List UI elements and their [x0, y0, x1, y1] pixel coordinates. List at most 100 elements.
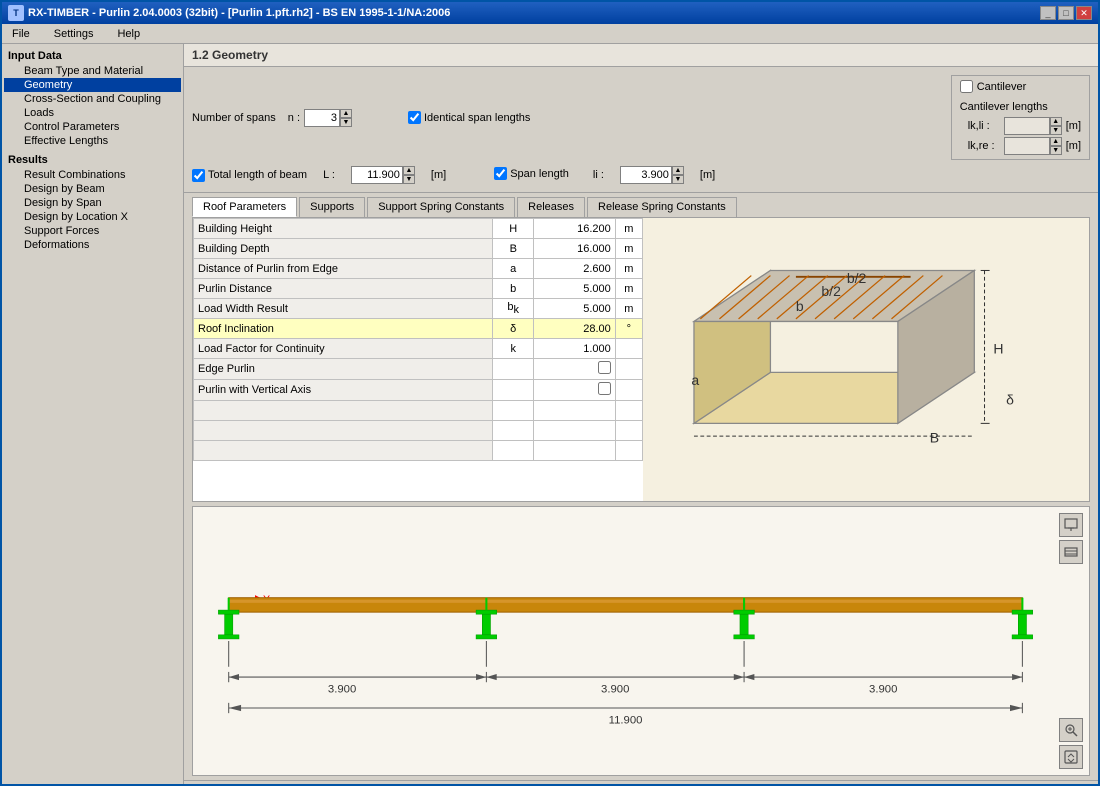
L-spin-up[interactable]: ▲ [403, 166, 415, 175]
sidebar-item-deformations[interactable]: Deformations [4, 238, 181, 252]
li-spinner[interactable]: ▲ ▼ [620, 166, 684, 184]
span-length-checkbox[interactable] [494, 167, 507, 180]
li-input[interactable] [620, 166, 672, 184]
lk-li-spinner[interactable]: ▲ ▼ [1004, 117, 1062, 135]
tab-support-spring[interactable]: Support Spring Constants [367, 197, 515, 217]
li-label: li : [593, 169, 604, 181]
lk-re-spinner[interactable]: ▲ ▼ [1004, 137, 1062, 155]
close-button[interactable]: ✕ [1076, 6, 1092, 20]
svg-text:B: B [930, 429, 939, 445]
li-spin-buttons: ▲ ▼ [672, 166, 684, 184]
lk-re-input[interactable] [1004, 137, 1050, 155]
sidebar-item-design-by-beam[interactable]: Design by Beam [4, 182, 181, 196]
tab-bar: Roof Parameters Supports Support Spring … [192, 197, 1090, 217]
span-length-group: Span length [494, 167, 569, 183]
spans-input[interactable] [304, 109, 340, 127]
sidebar-item-geometry[interactable]: Geometry [4, 78, 181, 92]
right-panel: 1.2 Geometry Number of spans n : ▲ ▼ [184, 44, 1098, 784]
cell-inclination-val[interactable] [534, 319, 616, 339]
cell-inclination-sym: δ [493, 319, 534, 339]
table-row: Roof Inclination δ ° [194, 319, 643, 339]
lk-re-row: lk,re : ▲ ▼ [m] [968, 137, 1081, 155]
table-row: Load Factor for Continuity k [194, 339, 643, 359]
cell-load-factor-label: Load Factor for Continuity [194, 339, 493, 359]
lk-li-spin-buttons: ▲ ▼ [1050, 117, 1062, 135]
lk-re-spin-down[interactable]: ▼ [1050, 146, 1062, 155]
lk-li-spin-down[interactable]: ▼ [1050, 126, 1062, 135]
sidebar-item-support-forces[interactable]: Support Forces [4, 224, 181, 238]
bottom-buttons-bar: ? Calculation Details... Nat. Annex... R… [184, 780, 1098, 784]
purlin-vertical-checkbox[interactable] [598, 382, 611, 395]
sidebar-item-control-params[interactable]: Control Parameters [4, 120, 181, 134]
sidebar-item-result-combinations[interactable]: Result Combinations [4, 168, 181, 182]
cell-purlin-vertical-label: Purlin with Vertical Axis [194, 380, 493, 401]
cell-building-depth-label: Building Depth [194, 239, 493, 259]
edge-purlin-checkbox[interactable] [598, 361, 611, 374]
cantilever-checkbox[interactable] [960, 80, 973, 93]
results-title: Results [4, 152, 181, 168]
minimize-button[interactable]: _ [1040, 6, 1056, 20]
sidebar-item-effective-lengths[interactable]: Effective Lengths [4, 134, 181, 148]
cell-load-width-sym: bk [493, 299, 534, 319]
menu-help[interactable]: Help [111, 27, 146, 41]
tab-supports[interactable]: Supports [299, 197, 365, 217]
cell-purlin-dist-val[interactable] [534, 279, 616, 299]
li-unit: [m] [700, 169, 715, 181]
cell-purlin-edge-val[interactable] [534, 259, 616, 279]
spans-spin-up[interactable]: ▲ [340, 109, 352, 118]
L-input[interactable] [351, 166, 403, 184]
span-length-checkbox-group: Span length [494, 167, 569, 180]
total-length-checkbox[interactable] [192, 169, 205, 182]
spans-spinner[interactable]: ▲ ▼ [304, 109, 352, 127]
beam-svg: X [193, 507, 1089, 775]
cell-purlin-vertical-val[interactable] [534, 380, 616, 401]
svg-text:δ: δ [1006, 391, 1014, 407]
sidebar-item-loads[interactable]: Loads [4, 106, 181, 120]
sidebar-item-cross-section[interactable]: Cross-Section and Coupling [4, 92, 181, 106]
diagram-btn-2[interactable] [1059, 540, 1083, 564]
L-spin-buttons: ▲ ▼ [403, 166, 415, 184]
cantilever-lengths-row: Cantilever lengths [960, 101, 1081, 113]
tab-roof-params[interactable]: Roof Parameters [192, 197, 297, 217]
lk-re-spin-up[interactable]: ▲ [1050, 137, 1062, 146]
spans-spin-buttons: ▲ ▼ [340, 109, 352, 127]
tab-release-spring[interactable]: Release Spring Constants [587, 197, 737, 217]
L-spin-down[interactable]: ▼ [403, 175, 415, 184]
zoom-toolbar [1059, 718, 1083, 769]
cell-building-height-val[interactable] [534, 219, 616, 239]
cell-building-depth-val[interactable] [534, 239, 616, 259]
cell-edge-purlin-unit [615, 359, 642, 380]
spans-group: Number of spans n : ▲ ▼ [192, 109, 352, 127]
total-length-label: Total length of beam [208, 169, 307, 181]
identical-spans-label: Identical span lengths [424, 112, 530, 124]
sidebar-item-design-by-span[interactable]: Design by Span [4, 196, 181, 210]
L-spinner[interactable]: ▲ ▼ [351, 166, 415, 184]
identical-spans-checkbox[interactable] [408, 111, 421, 124]
app-icon: T [8, 5, 24, 21]
cell-edge-purlin-val[interactable] [534, 359, 616, 380]
cell-load-factor-val[interactable] [534, 339, 616, 359]
menu-settings[interactable]: Settings [48, 27, 100, 41]
cantilever-box: Cantilever Cantilever lengths lk,li : [951, 75, 1090, 160]
zoom-fit-button[interactable] [1059, 718, 1083, 742]
n-label: n : [288, 112, 300, 124]
cell-load-width-val[interactable] [534, 299, 616, 319]
sidebar-item-design-by-location[interactable]: Design by Location X [4, 210, 181, 224]
maximize-button[interactable]: □ [1058, 6, 1074, 20]
lk-li-input[interactable] [1004, 117, 1050, 135]
sidebar-item-beam-type[interactable]: Beam Type and Material [4, 64, 181, 78]
L-unit: [m] [431, 169, 446, 181]
li-spin-down[interactable]: ▼ [672, 175, 684, 184]
svg-text:b: b [796, 298, 804, 314]
cell-load-width-unit: m [615, 299, 642, 319]
lk-li-spin-up[interactable]: ▲ [1050, 117, 1062, 126]
menu-file[interactable]: File [6, 27, 36, 41]
li-spin-up[interactable]: ▲ [672, 166, 684, 175]
tab-releases[interactable]: Releases [517, 197, 585, 217]
svg-text:b/2: b/2 [847, 270, 867, 286]
spans-spin-down[interactable]: ▼ [340, 118, 352, 127]
zoom-reset-button[interactable] [1059, 745, 1083, 769]
cell-inclination-unit: ° [615, 319, 642, 339]
cantilever-row: Cantilever [960, 80, 1081, 93]
diagram-btn-1[interactable] [1059, 513, 1083, 537]
